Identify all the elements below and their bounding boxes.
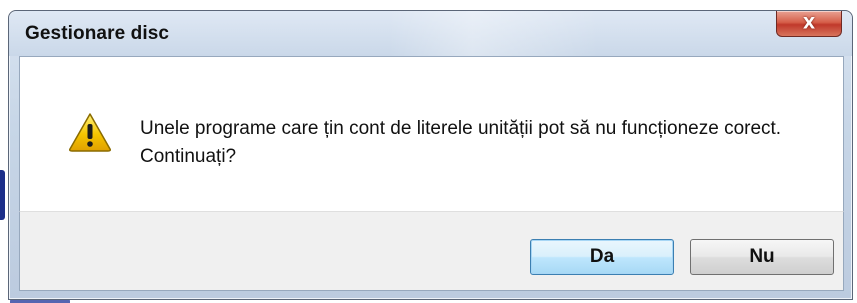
message-area: Unele programe care țin cont de literele… [19, 56, 844, 211]
close-icon: X [802, 13, 816, 33]
title-bar[interactable]: Gestionare disc X [9, 11, 852, 56]
no-button[interactable]: Nu [690, 239, 834, 275]
close-button[interactable]: X [776, 11, 842, 37]
dialog-title: Gestionare disc [25, 23, 170, 44]
message-text: Unele programe care țin cont de literele… [140, 118, 782, 167]
button-bar: Da Nu [19, 211, 844, 291]
desktop-icon-fragment [0, 170, 5, 220]
warning-icon [69, 113, 111, 152]
yes-button[interactable]: Da [530, 239, 674, 275]
confirmation-dialog: Gestionare disc X Unele programe care ți… [8, 10, 853, 300]
